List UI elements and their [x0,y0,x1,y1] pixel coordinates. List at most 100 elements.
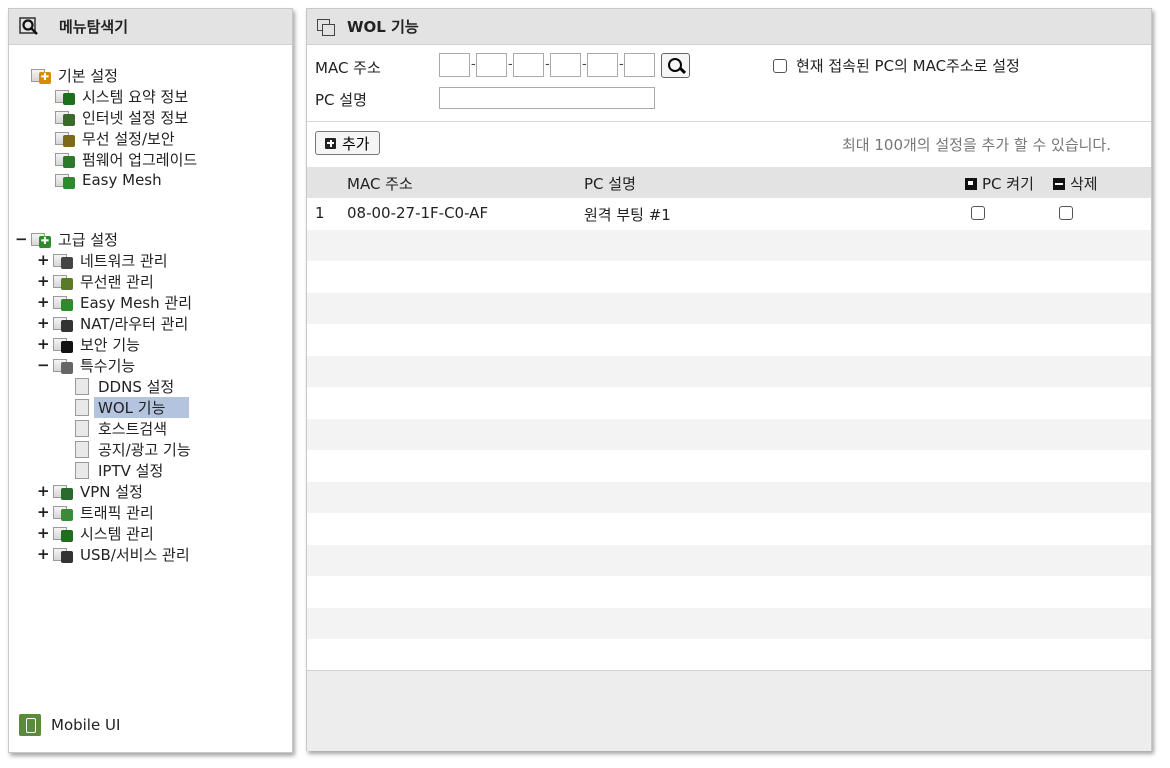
wol-panel-title: WOL 기능 [347,18,419,36]
mac-separator: - [545,57,550,72]
expand-toggle[interactable]: + [37,524,50,542]
current-pc-mac-option[interactable]: 현재 접속된 PC의 MAC주소로 설정 [773,55,1020,76]
tree-item-special[interactable]: WOL 기능 [75,396,190,418]
tree-item-advanced[interactable]: − 특수기능 [37,355,135,375]
page-leaf-icon [75,419,89,437]
mac-octet-input[interactable] [587,53,618,77]
tree-item-label: 시스템 요약 정보 [82,87,189,106]
tree-item-label: 펌웨어 업그레이드 [82,150,198,169]
tree-item-label: 네트워크 관리 [80,251,168,270]
tree-item-basic[interactable]: Easy Mesh [55,170,162,190]
add-button-label: 추가 [342,135,370,153]
tree-group-advanced-label: 고급 설정 [58,230,118,249]
tree-item-advanced[interactable]: + 보안 기능 [37,334,140,354]
table-row [307,544,1151,576]
tree-group-basic[interactable]: ✚ 기본 설정 [31,65,118,85]
tree-item-advanced[interactable]: + Easy Mesh 관리 [37,292,192,312]
tree-item-label: 시스템 관리 [80,524,154,543]
tree-item-advanced[interactable]: + USB/서비스 관리 [37,544,190,564]
row-index: 1 [315,204,325,222]
tree-item-label: 무선랜 관리 [80,272,154,291]
table-row [307,229,1151,261]
tree-item-label: Easy Mesh 관리 [80,293,192,312]
col-header-delete[interactable]: 삭제 [1053,173,1098,194]
advanced-settings-folder-icon: ✚ [31,231,52,248]
tree-item-label: VPN 설정 [80,482,143,501]
col-header-desc: PC 설명 [584,175,636,193]
tree-item-advanced[interactable]: + 네트워크 관리 [37,250,168,270]
tree-item-special[interactable]: 호스트검색 [75,418,167,438]
tree-item-basic[interactable]: 무선 설정/보안 [55,128,175,148]
mobile-ui-link[interactable]: Mobile UI [19,714,120,736]
tree-item-advanced[interactable]: + 무선랜 관리 [37,271,154,291]
delete-checkbox[interactable] [1059,206,1073,220]
expand-toggle[interactable]: + [37,272,50,290]
bar-chart-icon [53,525,74,542]
tree-item-label: 트래픽 관리 [80,503,154,522]
divider [307,121,1151,122]
tree-item-label: 인터넷 설정 정보 [82,108,189,127]
menu-explorer-title: 메뉴탐색기 [59,18,129,36]
power-on-checkbox[interactable] [971,206,985,220]
wol-panel: WOL 기능 MAC 주소 - - - - - 현재 접속된 PC의 MAC주소로 설정… [306,8,1152,751]
tree-item-label: 무선 설정/보안 [82,129,175,148]
tree-item-advanced[interactable]: + NAT/라우터 관리 [37,313,188,333]
network-icon [53,252,74,269]
expand-toggle[interactable]: + [37,335,50,353]
monitor-icon [55,109,76,126]
lock-icon [53,336,74,353]
tree-item-special[interactable]: 공지/광고 기능 [75,439,191,459]
expand-toggle[interactable]: − [37,356,50,374]
col-header-delete-label: 삭제 [1070,175,1098,193]
collapse-toggle[interactable]: − [15,230,28,248]
mac-search-button[interactable] [661,53,690,78]
table-row: 1 08-00-27-1F-C0-AF 원격 부팅 #1 [307,198,1151,229]
mac-octet-input[interactable] [624,53,655,77]
tree-item-label: 호스트검색 [98,419,168,438]
tree-item-label: 특수기능 [80,356,136,375]
mac-octet-input[interactable] [476,53,507,77]
tree-item-advanced[interactable]: + VPN 설정 [37,481,143,501]
expand-toggle[interactable]: + [37,545,50,563]
table-row [307,513,1151,544]
expand-toggle[interactable]: + [37,503,50,521]
tree-group-basic-label: 기본 설정 [58,66,118,85]
tree-item-basic[interactable]: 펌웨어 업그레이드 [55,149,197,169]
expand-toggle[interactable]: + [37,251,50,269]
tree-item-advanced[interactable]: + 트래픽 관리 [37,502,154,522]
expand-toggle[interactable]: + [37,314,50,332]
col-header-power-on[interactable]: PC 켜기 [965,173,1034,194]
table-row [307,261,1151,292]
tree-group-advanced[interactable]: − ✚ 고급 설정 [15,229,118,249]
bar-chart-icon [55,88,76,105]
plus-icon [325,137,336,149]
mesh-icon [53,294,74,311]
page-leaf-icon [75,461,89,479]
wifi-icon [55,130,76,147]
tree-item-label: DDNS 설정 [98,377,175,396]
table-row [307,355,1151,387]
tree-item-basic[interactable]: 시스템 요약 정보 [55,86,188,106]
mac-separator: - [619,57,624,72]
mac-octet-input[interactable] [550,53,581,77]
expand-toggle[interactable]: + [37,482,50,500]
mac-separator: - [471,57,476,72]
page-leaf-icon [75,377,89,395]
mac-octet-input[interactable] [513,53,544,77]
current-pc-mac-checkbox[interactable] [773,58,787,73]
table-row [307,639,1151,670]
tree-item-basic[interactable]: 인터넷 설정 정보 [55,107,188,127]
page-leaf-icon [75,398,89,416]
mobile-ui-label: Mobile UI [51,716,121,734]
tree-item-special[interactable]: DDNS 설정 [75,376,174,396]
pc-desc-input[interactable] [439,87,655,109]
expand-toggle[interactable]: + [37,293,50,311]
table-row [307,292,1151,324]
mac-octet-input[interactable] [439,53,470,77]
tree-item-label: IPTV 설정 [98,461,164,480]
vpn-icon [53,483,74,500]
tree-item-special[interactable]: IPTV 설정 [75,460,163,480]
table-footer [307,670,1151,751]
tree-item-advanced[interactable]: + 시스템 관리 [37,523,154,543]
add-button[interactable]: 추가 [315,131,380,155]
